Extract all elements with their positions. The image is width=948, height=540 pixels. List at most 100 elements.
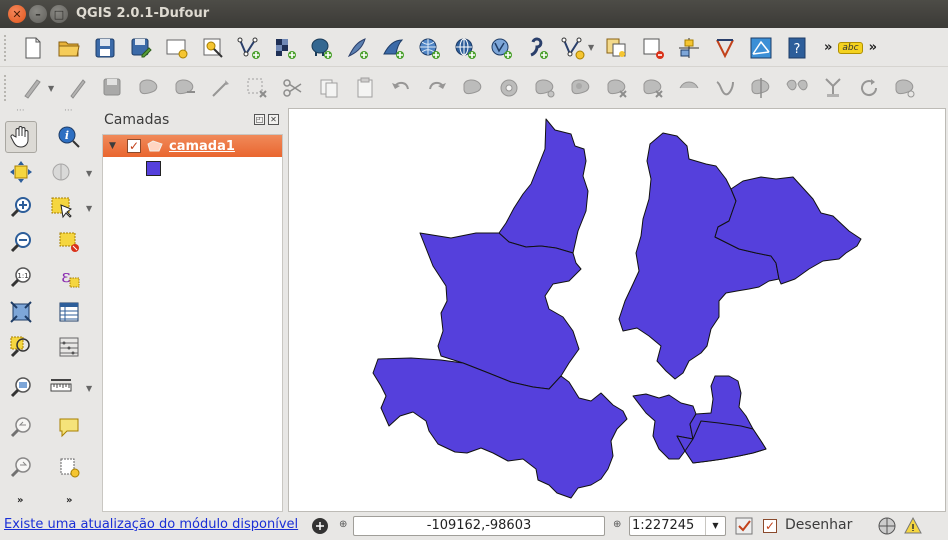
snapping-button[interactable]: [890, 73, 920, 103]
select-features-button[interactable]: [45, 191, 77, 223]
save-project-button[interactable]: [90, 33, 120, 63]
zoom-last-button[interactable]: [5, 411, 37, 443]
add-mssql-layer-button[interactable]: [378, 33, 408, 63]
zoom-out-button[interactable]: [5, 226, 37, 258]
window-maximize-button[interactable]: □: [50, 5, 68, 23]
coordinate-display[interactable]: -109162,-98603: [353, 516, 605, 536]
merge-selected-button[interactable]: [818, 73, 848, 103]
zoom-to-layer-button[interactable]: [5, 371, 37, 403]
open-attribute-table-button[interactable]: [53, 296, 85, 328]
zoom-full-button[interactable]: [5, 296, 37, 328]
vector-tool-button[interactable]: [602, 33, 632, 63]
help-button[interactable]: ?: [782, 33, 812, 63]
topology-checker-button[interactable]: [710, 33, 740, 63]
add-raster-layer-button[interactable]: [270, 33, 300, 63]
left-toolbar-overflow-button[interactable]: »: [17, 495, 23, 506]
cut-features-button[interactable]: [278, 73, 308, 103]
statistical-summary-button[interactable]: [53, 331, 85, 363]
add-ring-button[interactable]: [494, 73, 524, 103]
touch-zoom-button[interactable]: [45, 156, 77, 188]
touch-dropdown-arrow[interactable]: ▼: [86, 169, 92, 178]
render-checkbox[interactable]: ✓: [763, 519, 777, 533]
rotate-point-symbols-button[interactable]: [854, 73, 884, 103]
toolbar-grip[interactable]: [4, 34, 14, 61]
window-minimize-button[interactable]: –: [29, 5, 47, 23]
toolbar-grip[interactable]: [4, 75, 14, 101]
simplify-feature-button[interactable]: [458, 73, 488, 103]
zoom-next-button[interactable]: [5, 451, 37, 483]
toolbar-grip[interactable]: ···: [16, 106, 25, 116]
measure-dropdown-arrow[interactable]: ▼: [86, 384, 92, 393]
collapse-arrow-icon[interactable]: ▼: [109, 141, 121, 151]
undo-button[interactable]: [386, 73, 416, 103]
node-tool-button[interactable]: [206, 73, 236, 103]
add-delimited-text-layer-button[interactable]: [522, 33, 552, 63]
add-feature-button[interactable]: [134, 73, 164, 103]
fill-ring-button[interactable]: [566, 73, 596, 103]
zoom-in-button[interactable]: [5, 191, 37, 223]
delete-selected-button[interactable]: [242, 73, 272, 103]
toolbar-overflow-button[interactable]: »: [824, 40, 832, 55]
label-toolbar-overflow-button[interactable]: »: [869, 40, 877, 55]
new-project-button[interactable]: [18, 33, 48, 63]
right-toolbar-overflow-button[interactable]: »: [66, 495, 72, 506]
current-edits-dropdown-arrow[interactable]: ▼: [48, 84, 58, 93]
split-features-button[interactable]: [746, 73, 776, 103]
identify-features-button[interactable]: i: [53, 121, 85, 153]
float-panel-button[interactable]: ◰: [254, 114, 265, 125]
add-wms-layer-button[interactable]: [414, 33, 444, 63]
crs-status-icon[interactable]: [877, 516, 897, 536]
offset-curve-button[interactable]: [710, 73, 740, 103]
stop-rendering-icon[interactable]: [734, 516, 754, 536]
pan-to-selection-button[interactable]: [5, 156, 37, 188]
delete-part-button[interactable]: [638, 73, 668, 103]
coordinate-toggle-icon[interactable]: ⊕: [339, 519, 347, 530]
layer-row-camada1[interactable]: ▼ ✓ camada1: [103, 135, 282, 157]
split-parts-button[interactable]: [782, 73, 812, 103]
current-edits-button[interactable]: [18, 73, 48, 103]
save-layer-edits-button[interactable]: [98, 73, 128, 103]
messages-icon[interactable]: [310, 516, 330, 536]
composer-manager-button[interactable]: [198, 33, 228, 63]
toggle-editing-button[interactable]: [62, 73, 92, 103]
field-calculator-button[interactable]: ε: [53, 261, 85, 293]
save-as-button[interactable]: [126, 33, 156, 63]
georeferencer-button[interactable]: [674, 33, 704, 63]
toolbar-grip[interactable]: ···: [64, 106, 73, 116]
zoom-to-selection-button[interactable]: [5, 331, 37, 363]
close-panel-button[interactable]: ✕: [268, 114, 279, 125]
scale-dropdown-arrow[interactable]: ▼: [705, 517, 725, 535]
delete-ring-button[interactable]: [602, 73, 632, 103]
layer-visibility-checkbox[interactable]: ✓: [127, 139, 141, 153]
label-tool-button[interactable]: abc: [838, 41, 863, 54]
move-feature-button[interactable]: [170, 73, 200, 103]
reshape-features-button[interactable]: [674, 73, 704, 103]
select-dropdown-arrow[interactable]: ▼: [86, 204, 92, 213]
add-part-button[interactable]: [530, 73, 560, 103]
road-graph-button[interactable]: [746, 33, 776, 63]
map-tips-button[interactable]: [53, 411, 85, 443]
new-print-composer-button[interactable]: [162, 33, 192, 63]
paste-features-button[interactable]: [350, 73, 380, 103]
layer-symbol-swatch[interactable]: [146, 161, 161, 176]
add-postgis-layer-button[interactable]: [306, 33, 336, 63]
warning-icon[interactable]: [903, 516, 923, 536]
window-close-button[interactable]: ✕: [8, 5, 26, 23]
copy-features-button[interactable]: [314, 73, 344, 103]
plugin-update-link[interactable]: Existe uma atualização do módulo disponí…: [4, 517, 298, 532]
new-bookmark-button[interactable]: [53, 451, 85, 483]
add-wcs-layer-button[interactable]: [450, 33, 480, 63]
add-wfs-layer-button[interactable]: [486, 33, 516, 63]
zoom-native-resolution-button[interactable]: 1:1: [5, 261, 37, 293]
new-shapefile-layer-button[interactable]: [558, 33, 588, 63]
redo-button[interactable]: [422, 73, 452, 103]
map-canvas[interactable]: [288, 108, 946, 512]
open-project-button[interactable]: [54, 33, 84, 63]
scale-combobox[interactable]: 1:227245 ▼: [629, 516, 726, 536]
remove-layer-button[interactable]: [638, 33, 668, 63]
pan-map-button[interactable]: [5, 121, 37, 153]
add-spatialite-layer-button[interactable]: [342, 33, 372, 63]
deselect-features-button[interactable]: [53, 226, 85, 258]
measure-line-button[interactable]: [45, 371, 77, 403]
add-vector-layer-button[interactable]: [234, 33, 264, 63]
